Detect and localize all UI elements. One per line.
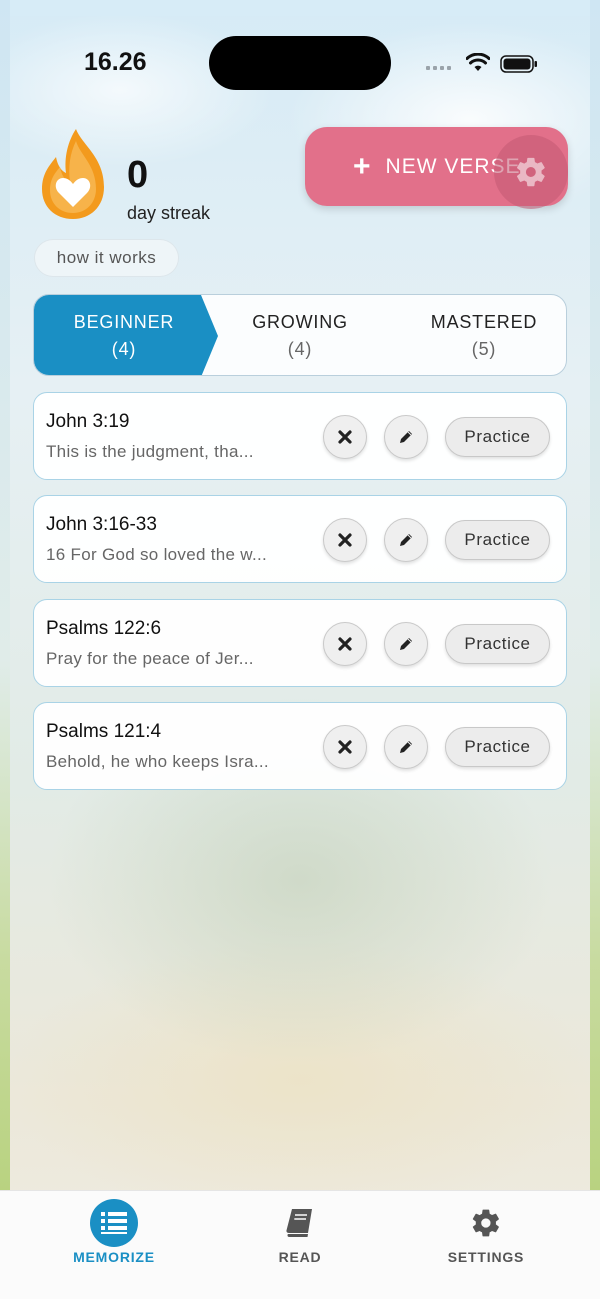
plus-icon: + bbox=[353, 149, 372, 183]
streak-count: 0 bbox=[127, 154, 149, 196]
streak-label: day streak bbox=[127, 203, 211, 223]
bottom-navigation: MEMORIZE READ SETTINGS bbox=[0, 1190, 600, 1299]
settings-fab-button[interactable] bbox=[494, 135, 568, 209]
pencil-icon bbox=[400, 638, 412, 650]
dynamic-island bbox=[209, 36, 391, 90]
close-icon bbox=[338, 533, 352, 547]
verse-preview: Behold, he who keeps Isra... bbox=[46, 752, 269, 771]
tab-beginner[interactable]: BEGINNER (4) bbox=[34, 295, 214, 375]
verse-reference: John 3:19 bbox=[46, 411, 130, 432]
delete-verse-button[interactable] bbox=[323, 622, 367, 666]
edit-verse-button[interactable] bbox=[384, 725, 428, 769]
pencil-icon bbox=[400, 534, 412, 546]
nav-memorize[interactable]: MEMORIZE bbox=[14, 1191, 214, 1299]
close-icon bbox=[338, 430, 352, 444]
tab-beginner-label: BEGINNER bbox=[73, 312, 175, 332]
verse-reference: John 3:16-33 bbox=[46, 514, 157, 535]
close-icon bbox=[338, 740, 352, 754]
close-icon bbox=[338, 637, 352, 651]
list-icon bbox=[90, 1199, 138, 1247]
streak-flame-icon bbox=[42, 129, 104, 219]
gear-icon bbox=[462, 1199, 510, 1247]
nav-settings[interactable]: SETTINGS bbox=[386, 1191, 586, 1299]
background-edge-left bbox=[0, 0, 10, 1200]
edit-verse-button[interactable] bbox=[384, 415, 428, 459]
tab-mastered-label: MASTERED bbox=[430, 312, 538, 332]
nav-memorize-label: MEMORIZE bbox=[73, 1249, 155, 1265]
verse-preview: 16 For God so loved the w... bbox=[46, 545, 268, 564]
practice-button[interactable]: Practice bbox=[445, 520, 550, 560]
wifi-icon bbox=[466, 53, 490, 71]
practice-button[interactable]: Practice bbox=[445, 727, 550, 767]
pencil-icon bbox=[400, 431, 412, 443]
tab-mastered[interactable]: MASTERED (5) bbox=[394, 295, 566, 375]
nav-settings-label: SETTINGS bbox=[447, 1249, 525, 1265]
delete-verse-button[interactable] bbox=[323, 518, 367, 562]
status-time: 16.26 bbox=[84, 48, 147, 76]
tab-mastered-count: (5) bbox=[471, 339, 497, 359]
verse-card[interactable]: John 3:19 This is the judgment, tha... P… bbox=[33, 392, 567, 480]
practice-button[interactable]: Practice bbox=[445, 624, 550, 664]
verse-reference: Psalms 121:4 bbox=[46, 721, 162, 742]
tab-beginner-count: (4) bbox=[111, 339, 137, 359]
tab-growing[interactable]: GROWING (4) bbox=[210, 295, 390, 375]
level-tabs: BEGINNER (4) GROWING (4) MASTERED (5) bbox=[33, 294, 567, 376]
practice-button[interactable]: Practice bbox=[445, 417, 550, 457]
tab-growing-count: (4) bbox=[287, 339, 313, 359]
delete-verse-button[interactable] bbox=[323, 725, 367, 769]
nav-read[interactable]: READ bbox=[200, 1191, 400, 1299]
verse-reference: Psalms 122:6 bbox=[46, 618, 162, 639]
delete-verse-button[interactable] bbox=[323, 415, 367, 459]
how-it-works-button[interactable]: how it works bbox=[34, 239, 179, 277]
verse-card[interactable]: John 3:16-33 16 For God so loved the w..… bbox=[33, 495, 567, 583]
background-edge-right bbox=[590, 0, 600, 1200]
verse-card[interactable]: Psalms 121:4 Behold, he who keeps Isra..… bbox=[33, 702, 567, 790]
edit-verse-button[interactable] bbox=[384, 518, 428, 562]
nav-read-label: READ bbox=[278, 1249, 322, 1265]
tab-growing-label: GROWING bbox=[252, 312, 348, 332]
verse-preview: Pray for the peace of Jer... bbox=[46, 649, 254, 668]
background-top bbox=[0, 0, 600, 16]
battery-icon bbox=[500, 55, 537, 73]
verse-card[interactable]: Psalms 122:6 Pray for the peace of Jer..… bbox=[33, 599, 567, 687]
book-icon bbox=[276, 1199, 324, 1247]
verse-preview: This is the judgment, tha... bbox=[46, 442, 254, 461]
edit-verse-button[interactable] bbox=[384, 622, 428, 666]
cellular-signal-icon bbox=[426, 66, 451, 70]
pencil-icon bbox=[400, 741, 412, 753]
gear-icon bbox=[516, 157, 545, 187]
